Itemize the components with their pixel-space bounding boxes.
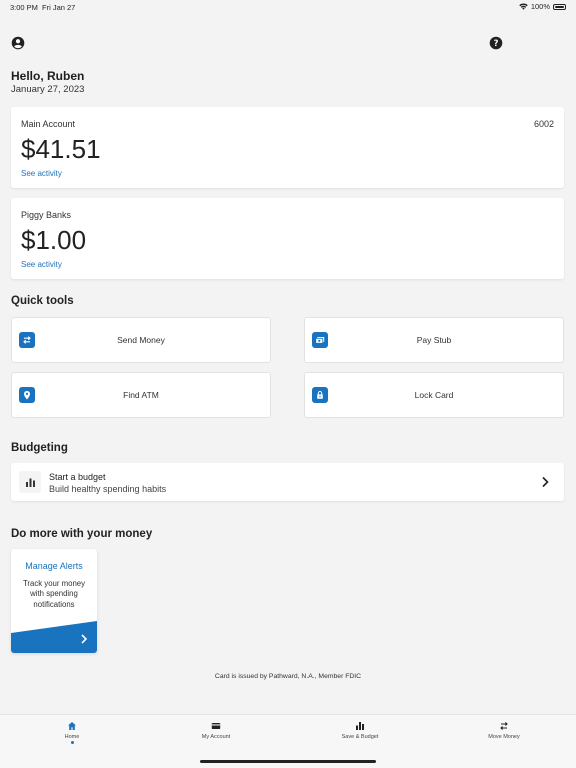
status-indicators: 100% (519, 2, 566, 11)
find-atm-button[interactable]: Find ATM (11, 372, 271, 418)
tab-label-home: Home (64, 734, 80, 740)
svg-text:?: ? (494, 38, 499, 48)
bar-chart-icon (19, 471, 41, 493)
manage-alerts-description: Track your money with spending notificat… (22, 579, 86, 609)
piggy-banks-title: Piggy Banks (21, 210, 72, 220)
lock-card-button[interactable]: Lock Card (304, 372, 564, 418)
piggy-banks-card[interactable]: Piggy Banks $1.00 See activity (11, 198, 564, 279)
start-budget-card[interactable]: Start a budget Build healthy spending ha… (11, 463, 564, 501)
fdic-disclaimer: Card is issued by Pathward, N.A., Member… (214, 673, 362, 680)
greeting: Hello, Ruben (11, 69, 85, 83)
tab-label-my-account: My Account (201, 734, 231, 740)
home-icon (68, 722, 76, 730)
bar-chart-icon (356, 722, 364, 730)
account-balance: $41.51 (21, 134, 101, 164)
do-more-heading: Do more with your money (11, 528, 153, 540)
pay-stub-button[interactable]: Pay Stub (304, 317, 564, 363)
send-money-button[interactable]: Send Money (11, 317, 271, 363)
tab-move-money[interactable]: Move Money (459, 721, 549, 740)
lock-card-label: Lock Card (414, 390, 454, 400)
budget-subtitle: Build healthy spending habits (49, 484, 167, 494)
status-date: Fri Jan 27 (42, 3, 76, 12)
tab-label-move-money: Move Money (488, 734, 520, 740)
battery-percent: 100% (530, 2, 550, 11)
quick-tools-heading: Quick tools (11, 295, 74, 307)
chevron-right-icon[interactable] (80, 634, 88, 644)
see-activity-link[interactable]: See activity (21, 169, 62, 178)
home-indicator (200, 760, 376, 763)
piggy-banks-balance: $1.00 (21, 225, 87, 255)
tab-label-save-budget: Save & Budget (341, 734, 379, 740)
account-number: 6002 (533, 119, 554, 129)
help-icon[interactable]: ? (489, 36, 503, 50)
greeting-date: January 27, 2023 (11, 84, 85, 95)
account-title: Main Account (21, 119, 76, 129)
find-atm-label: Find ATM (123, 390, 159, 400)
send-money-label: Send Money (117, 335, 165, 345)
tab-save-budget[interactable]: Save & Budget (315, 721, 405, 740)
profile-icon[interactable] (11, 36, 25, 50)
manage-alerts-title: Manage Alerts (25, 561, 83, 571)
main-account-card[interactable]: Main Account 6002 $41.51 See activity (11, 107, 564, 188)
status-bar: 3:00 PM Fri Jan 27 100% (0, 0, 576, 14)
pay-stub-label: Pay Stub (416, 335, 452, 345)
budgeting-heading: Budgeting (11, 442, 68, 454)
battery-icon (553, 3, 566, 10)
status-time: 3:00 PM (10, 3, 38, 12)
tab-my-account[interactable]: My Account (171, 721, 261, 740)
wifi-icon (519, 3, 528, 10)
tab-home[interactable]: Home (27, 721, 117, 744)
card-icon (211, 723, 221, 729)
manage-alerts-card[interactable]: Manage Alerts Track your money with spen… (11, 549, 97, 653)
chevron-right-icon (542, 476, 549, 488)
active-tab-indicator (70, 741, 74, 744)
budget-title: Start a budget (49, 472, 106, 482)
see-activity-link[interactable]: See activity (21, 260, 62, 269)
transfer-icon (500, 722, 508, 730)
